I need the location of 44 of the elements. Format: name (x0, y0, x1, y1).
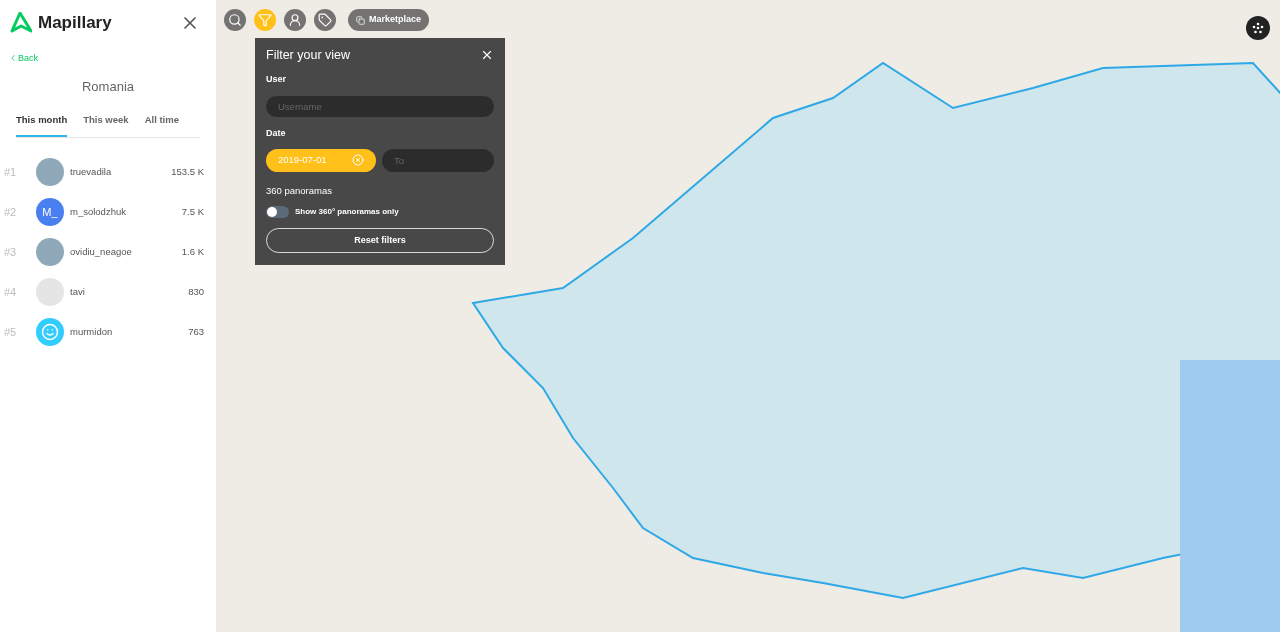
rank-label: #5 (4, 324, 18, 340)
panorama-toggle[interactable] (266, 206, 289, 218)
username-link[interactable]: ovidiu_neagoe (70, 244, 182, 259)
user-label: User (266, 72, 287, 86)
image-count: 153.5 K (171, 164, 204, 179)
username-link[interactable]: truevadila (70, 164, 172, 179)
rank-label: #3 (4, 244, 18, 260)
chevron-left-icon (8, 53, 18, 64)
copy-icon (356, 15, 365, 25)
avatar-initials: M_ (36, 197, 64, 226)
filter-icon (258, 13, 272, 27)
period-tab[interactable]: This month (16, 112, 68, 137)
image-count: 830 (188, 284, 204, 299)
compass-button[interactable] (1246, 16, 1270, 40)
face-icon (41, 322, 59, 341)
username-link[interactable]: m_solodzhuk (70, 204, 182, 219)
panorama-label: 360 panoramas (266, 183, 334, 198)
tag-icon (318, 13, 332, 27)
avatar-logo (36, 277, 64, 306)
avatar-photo (36, 157, 64, 186)
rank-label: #4 (4, 284, 18, 300)
image-count: 7.5 K (181, 204, 204, 219)
image-count: 1.6 K (181, 244, 204, 259)
username-link[interactable]: tavi (70, 284, 189, 299)
period-tab[interactable]: All time (144, 112, 179, 137)
person-button[interactable] (284, 9, 306, 31)
person-icon (288, 13, 302, 27)
image-count: 763 (188, 324, 204, 339)
rank-label: #2 (4, 204, 18, 220)
brand-name: Mapillary (38, 12, 112, 34)
search-button[interactable] (224, 9, 246, 31)
tag-button[interactable] (314, 9, 336, 31)
date-label: Date (266, 127, 287, 141)
period-tab[interactable]: This week (83, 112, 129, 137)
region-title: Romania (81, 78, 135, 96)
logo-icon (10, 11, 32, 34)
marketplace-button[interactable]: Marketplace (348, 9, 430, 31)
rank-label: #1 (4, 164, 18, 180)
username-link[interactable]: murmidon (70, 324, 189, 339)
dots-icon (1252, 22, 1264, 34)
toggle-label: Show 360° panoramas only (295, 206, 399, 218)
search-icon (228, 13, 242, 27)
avatar-photo (36, 237, 64, 266)
panel-title: Filter your view (266, 47, 351, 64)
